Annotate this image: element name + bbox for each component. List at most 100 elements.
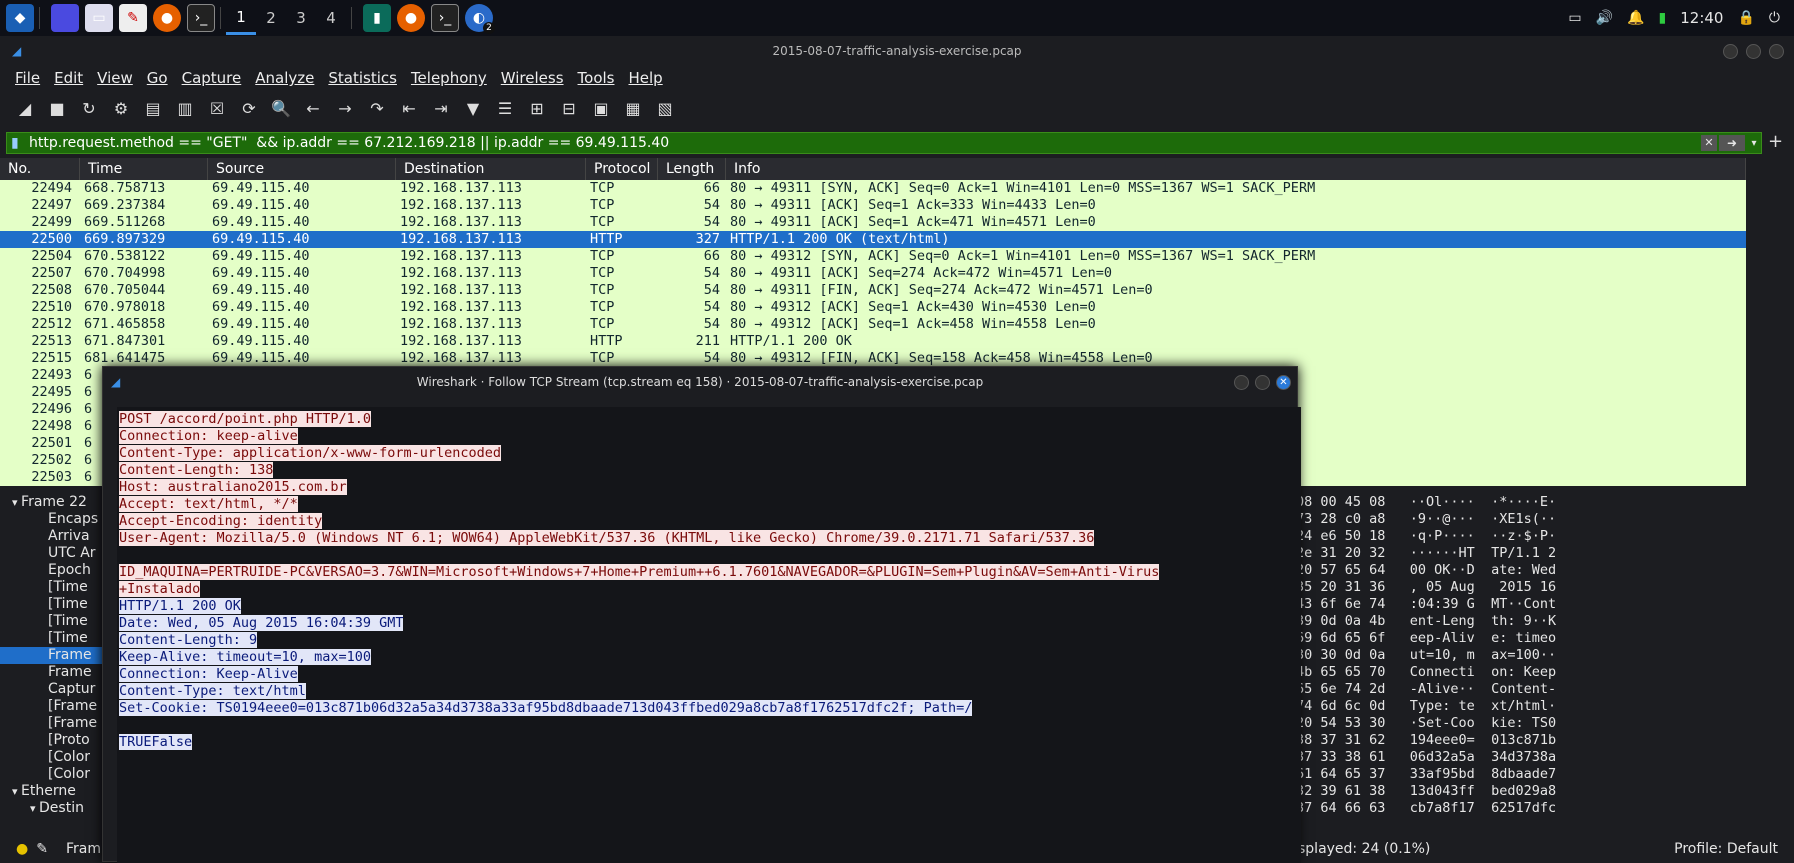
workspace-2[interactable]: 2 (256, 1, 286, 35)
col-source[interactable]: Source (208, 158, 396, 180)
notification-bell-icon[interactable]: 🔔 (1627, 10, 1644, 26)
hex-row[interactable]: 35 20 31 36 , 05 Aug 2015 16 (1296, 579, 1794, 596)
hex-row[interactable]: 2e 31 20 32 ······HT TP/1.1 2 (1296, 545, 1794, 562)
autoscroll-icon[interactable]: ▼ (460, 95, 486, 121)
hex-row[interactable]: 61 64 65 37 33af95bd 8dbaade7 (1296, 766, 1794, 783)
bookmark-icon[interactable]: ▮ (11, 135, 19, 151)
packet-row[interactable]: 22507 670.704998 69.49.115.40 192.168.137.1… (0, 265, 1746, 282)
clock[interactable]: 12:40 (1680, 9, 1723, 27)
expert-info-icon[interactable]: ✎ (36, 841, 48, 857)
packet-row[interactable]: 22499 669.511268 69.49.115.40 192.168.137.1… (0, 214, 1746, 231)
stream-content[interactable]: POST /accord/point.php HTTP/1.0 Connectio… (117, 407, 1301, 863)
close-file-icon[interactable]: ☒ (204, 95, 230, 121)
col-protocol[interactable]: Protocol (586, 158, 658, 180)
maximize-button[interactable] (1746, 43, 1761, 59)
close-button[interactable] (1769, 43, 1784, 59)
packet-row[interactable]: 22513 671.847301 69.49.115.40 192.168.137.1… (0, 333, 1746, 350)
zoom-in-icon[interactable]: ⊞ (524, 95, 550, 121)
packet-row[interactable]: 22508 670.705044 69.49.115.40 192.168.137.1… (0, 282, 1746, 299)
go-last-icon[interactable]: ⇥ (428, 95, 454, 121)
volume-icon[interactable]: 🔊 (1596, 10, 1613, 26)
kali-menu-icon[interactable]: ◆ (6, 4, 34, 32)
hex-row[interactable]: 24 e6 50 18 ·q·P···· ··z·$·P· (1296, 528, 1794, 545)
terminal-icon[interactable]: ›_ (187, 4, 215, 32)
reload-icon[interactable]: ⟳ (236, 95, 262, 121)
workspace-1[interactable]: 1 (226, 1, 256, 35)
hex-row[interactable]: 73 28 c0 a8 ·9··@··· ·XE1s(·· (1296, 511, 1794, 528)
battery-icon[interactable]: ▮ (1659, 10, 1667, 26)
packet-row[interactable]: 22500 669.897329 69.49.115.40 192.168.137.1… (0, 231, 1746, 248)
menu-view[interactable]: View (97, 69, 133, 87)
task-app-icon[interactable]: ▮ (363, 4, 391, 32)
add-filter-button-icon[interactable]: + (1768, 131, 1783, 152)
power-icon[interactable]: ⏻ (1769, 10, 1780, 26)
stop-capture-icon[interactable]: ■ (44, 95, 70, 121)
menu-tools[interactable]: Tools (578, 69, 615, 87)
menu-wireless[interactable]: Wireless (501, 69, 564, 87)
display-filter-input[interactable] (7, 135, 1701, 151)
find-packet-icon[interactable]: 🔍 (268, 95, 294, 121)
hex-row[interactable]: 69 6d 65 6f eep-Aliv e: timeo (1296, 630, 1794, 647)
hex-row[interactable]: 20 57 65 64 00 OK··D ate: Wed (1296, 562, 1794, 579)
col-time[interactable]: Time (80, 158, 208, 180)
hex-row[interactable]: 74 6d 6c 0d Type: te xt/html· (1296, 698, 1794, 715)
zoom-out-icon[interactable]: ⊟ (556, 95, 582, 121)
col-length[interactable]: Length (658, 158, 726, 180)
task-terminal-icon[interactable]: ›_ (431, 4, 459, 32)
expand-arrow-icon[interactable]: ▾ (12, 496, 21, 509)
menu-file[interactable]: File (15, 69, 40, 87)
restart-capture-icon[interactable]: ↻ (76, 95, 102, 121)
packet-row[interactable]: 22497 669.237384 69.49.115.40 192.168.137.1… (0, 197, 1746, 214)
packet-row[interactable]: 22512 671.465858 69.49.115.40 192.168.137.1… (0, 316, 1746, 333)
start-capture-icon[interactable]: ◢ (12, 95, 38, 121)
dialog-close-button[interactable]: ✕ (1276, 374, 1291, 390)
col-no[interactable]: No. (0, 158, 80, 180)
hex-row[interactable]: 37 33 38 61 06d32a5a 34d3738a (1296, 749, 1794, 766)
go-forward-icon[interactable]: → (332, 95, 358, 121)
packet-row[interactable]: 22504 670.538122 69.49.115.40 192.168.137.1… (0, 248, 1746, 265)
col-destination[interactable]: Destination (396, 158, 586, 180)
menu-go[interactable]: Go (147, 69, 168, 87)
task-wireshark-icon[interactable]: ◐ 2 (465, 4, 495, 34)
capture-options-icon[interactable]: ⚙ (108, 95, 134, 121)
status-profile[interactable]: Profile: Default (1674, 841, 1778, 857)
hex-row[interactable]: 39 0d 0a 4b ent-Leng th: 9··K (1296, 613, 1794, 630)
firefox-icon[interactable]: ● (153, 4, 181, 32)
expand-arrow-icon[interactable]: ▾ (12, 785, 21, 798)
hex-row[interactable]: 20 54 53 30 ·Set-Coo kie: TS0 (1296, 715, 1794, 732)
display-icon[interactable]: ▭ (1568, 10, 1581, 26)
menu-capture[interactable]: Capture (182, 69, 242, 87)
go-first-icon[interactable]: ⇤ (396, 95, 422, 121)
menu-telephony[interactable]: Telephony (411, 69, 487, 87)
desktop-icon[interactable] (51, 4, 79, 32)
menu-analyze[interactable]: Analyze (255, 69, 314, 87)
normal-size-icon[interactable]: ▣ (588, 95, 614, 121)
layout-icon[interactable]: ▧ (652, 95, 678, 121)
go-back-icon[interactable]: ← (300, 95, 326, 121)
save-file-icon[interactable]: ▥ (172, 95, 198, 121)
text-editor-icon[interactable]: ✎ (119, 4, 147, 32)
colorize-icon[interactable]: ☰ (492, 95, 518, 121)
file-manager-icon[interactable]: ▭ (85, 4, 113, 32)
go-to-packet-icon[interactable]: ↷ (364, 95, 390, 121)
lock-icon[interactable]: 🔒 (1737, 10, 1754, 26)
menu-statistics[interactable]: Statistics (328, 69, 397, 87)
filter-dropdown-icon[interactable]: ▾ (1747, 138, 1761, 149)
workspace-3[interactable]: 3 (286, 1, 316, 35)
menu-help[interactable]: Help (628, 69, 662, 87)
open-file-icon[interactable]: ▤ (140, 95, 166, 121)
resize-columns-icon[interactable]: ▦ (620, 95, 646, 121)
hex-row[interactable]: 08 00 45 08 ··Ol···· ·*····E· (1296, 494, 1794, 511)
packet-row[interactable]: 22515 681.641475 69.49.115.40 192.168.137.1… (0, 350, 1746, 367)
hex-row[interactable]: 43 6f 6e 74 :04:39 G MT··Cont (1296, 596, 1794, 613)
packet-row[interactable]: 22494 668.758713 69.49.115.40 192.168.137.1… (0, 180, 1746, 197)
hex-row[interactable]: 38 37 31 62 194eee0= 013c871b (1296, 732, 1794, 749)
hex-row[interactable]: 65 6e 74 2d -Alive·· Content- (1296, 681, 1794, 698)
workspace-4[interactable]: 4 (316, 1, 346, 35)
minimize-button[interactable] (1723, 43, 1738, 59)
hex-row[interactable]: 32 39 61 38 13d043ff bed029a8 (1296, 783, 1794, 800)
hex-row[interactable]: 30 30 0d 0a ut=10, m ax=100·· (1296, 647, 1794, 664)
packet-row[interactable]: 22510 670.978018 69.49.115.40 192.168.137.1… (0, 299, 1746, 316)
expand-arrow-icon[interactable]: ▾ (30, 802, 39, 815)
hex-row[interactable]: 4b 65 65 70 Connecti on: Keep (1296, 664, 1794, 681)
